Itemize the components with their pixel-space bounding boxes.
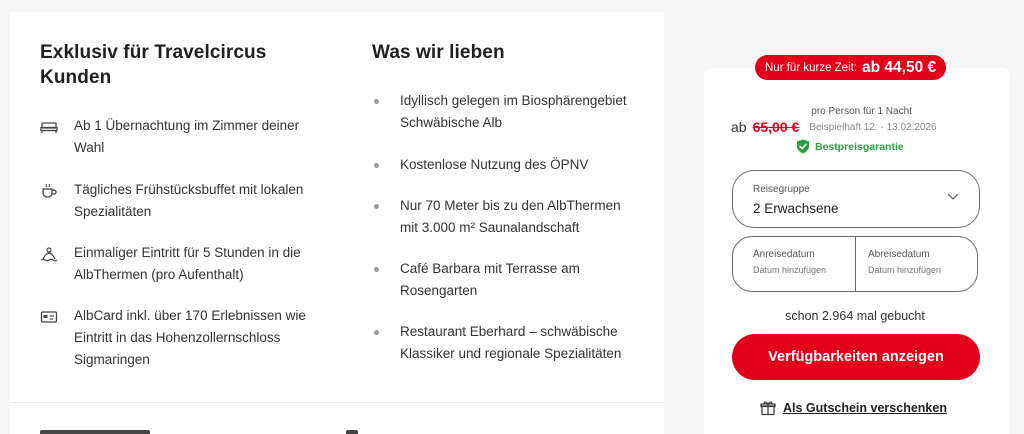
departure-date-placeholder: Datum hinzufügen bbox=[868, 265, 942, 275]
list-item: Nur 70 Meter bis zu den AlbThermen mit 3… bbox=[372, 195, 642, 239]
gift-voucher-label: Als Gutschein verschenken bbox=[783, 401, 947, 415]
highlight-text: Einmaliger Eintritt für 5 Stunden in die… bbox=[74, 245, 301, 282]
list-item: Restaurant Eberhard – schwäbische Klassi… bbox=[372, 321, 642, 365]
highlight-text: Tägliches Frühstücksbuffet mit lokalen S… bbox=[74, 182, 304, 219]
list-item: Kostenlose Nutzung des ÖPNV bbox=[372, 154, 642, 176]
bullet-dot bbox=[374, 163, 379, 168]
bullet-dot bbox=[374, 330, 379, 335]
offer-details-card: Exklusiv für Travelcircus Kunden Ab 1 Üb… bbox=[10, 12, 664, 434]
highlights-title: Exklusiv für Travelcircus Kunden bbox=[40, 42, 267, 88]
best-price-text: Bestpreisgarantie bbox=[815, 140, 904, 153]
list-item-text: Nur 70 Meter bis zu den AlbThermen mit 3… bbox=[400, 198, 621, 235]
arrival-date-label: Anreisedatum bbox=[753, 249, 815, 260]
list-item-text: Café Barbara mit Terrasse am Rosengarten bbox=[400, 261, 580, 298]
what-we-love-title: Was wir lieben bbox=[372, 42, 505, 63]
list-item: Café Barbara mit Terrasse am Rosengarten bbox=[372, 258, 642, 302]
per-person-text: pro Person für 1 Nacht bbox=[811, 106, 912, 117]
old-price: 65,00 € bbox=[752, 119, 800, 135]
list-item: Idyllisch gelegen im Biosphärengebiet Sc… bbox=[372, 90, 642, 134]
travel-group-select[interactable]: Reisegruppe 2 Erwachsene bbox=[732, 170, 980, 228]
departure-date-field[interactable]: Abreisedatum Datum hinzufügen bbox=[855, 237, 977, 291]
best-price-guarantee: Bestpreisgarantie bbox=[796, 139, 904, 154]
highlight-item: Einmaliger Eintritt für 5 Stunden in die… bbox=[40, 242, 310, 286]
departure-date-label: Abreisedatum bbox=[868, 249, 930, 260]
gift-icon bbox=[760, 401, 776, 416]
highlight-text: AlbCard inkl. über 170 Erlebnissen wie E… bbox=[74, 308, 306, 367]
arrival-date-field[interactable]: Anreisedatum Datum hinzufügen bbox=[733, 237, 855, 291]
section-divider bbox=[10, 402, 664, 403]
highlight-text: Ab 1 Übernachtung im Zimmer deiner Wahl bbox=[74, 118, 300, 155]
travel-group-label: Reisegruppe bbox=[753, 184, 810, 195]
list-item-text: Kostenlose Nutzung des ÖPNV bbox=[400, 157, 589, 172]
list-item-text: Restaurant Eberhard – schwäbische Klassi… bbox=[400, 324, 622, 361]
example-dates-text: Beispielhaft 12. - 13.02.2026 bbox=[809, 122, 937, 133]
highlight-item: AlbCard inkl. über 170 Erlebnissen wie E… bbox=[40, 305, 310, 371]
bullet-dot bbox=[374, 267, 379, 272]
promo-price: ab 44,50 € bbox=[862, 58, 937, 76]
show-availability-button[interactable]: Verfügbarkeiten anzeigen bbox=[732, 334, 980, 380]
highlight-item: Tägliches Frühstücksbuffet mit lokalen S… bbox=[40, 179, 310, 223]
chevron-down-icon bbox=[947, 193, 959, 200]
booking-count: schon 2.964 mal gebucht bbox=[785, 309, 925, 323]
spa-entry-icon bbox=[40, 246, 58, 262]
travel-group-value: 2 Erwachsene bbox=[753, 201, 839, 216]
shield-check-icon bbox=[797, 139, 809, 154]
bed-icon bbox=[40, 119, 58, 135]
highlights-column: Exklusiv für Travelcircus Kunden Ab 1 Üb… bbox=[40, 40, 340, 367]
bullet-dot bbox=[374, 99, 379, 104]
what-we-love-column: Was wir lieben Idyllisch gelegen im Bios… bbox=[372, 40, 652, 361]
promo-label: Nur für kurze Zeit: bbox=[765, 61, 858, 74]
next-section-heading-peek bbox=[40, 430, 150, 434]
price-prefix: ab bbox=[731, 119, 747, 135]
card-icon bbox=[40, 309, 58, 325]
date-range-picker: Anreisedatum Datum hinzufügen Abreisedat… bbox=[732, 236, 978, 292]
list-item-text: Idyllisch gelegen im Biosphärengebiet Sc… bbox=[400, 93, 627, 130]
price-meta: pro Person für 1 Nacht Beispielhaft 12. … bbox=[809, 104, 936, 136]
next-section-heading-peek bbox=[346, 430, 358, 434]
highlight-item: Ab 1 Übernachtung im Zimmer deiner Wahl bbox=[40, 115, 310, 159]
promo-badge: Nur für kurze Zeit: ab 44,50 € bbox=[755, 55, 947, 80]
price-row: ab 65,00 € pro Person für 1 Nacht Beispi… bbox=[731, 104, 961, 136]
arrival-date-placeholder: Datum hinzufügen bbox=[753, 265, 827, 275]
bullet-dot bbox=[374, 204, 379, 209]
gift-voucher-link[interactable]: Als Gutschein verschenken bbox=[760, 400, 947, 416]
coffee-cup-icon bbox=[40, 183, 58, 199]
